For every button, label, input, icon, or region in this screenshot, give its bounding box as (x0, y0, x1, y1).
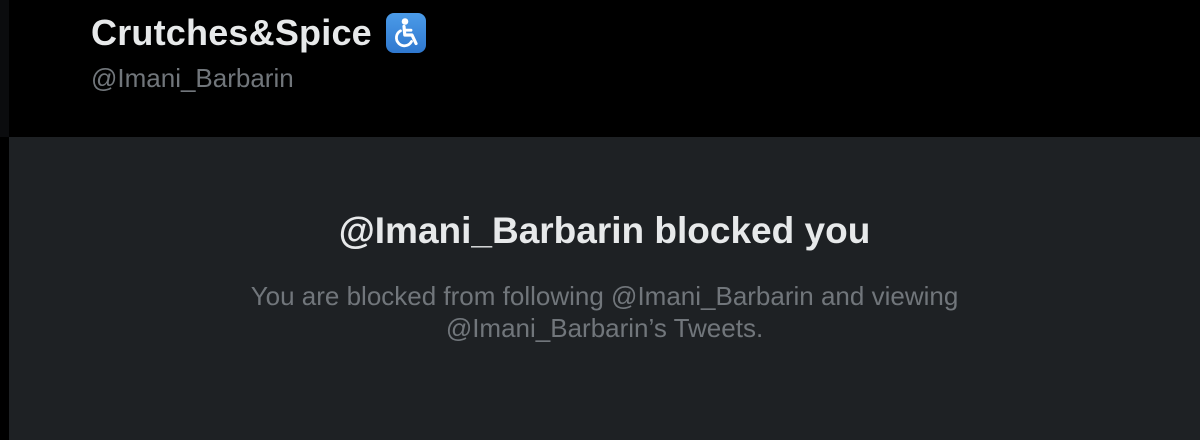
blocked-notice-panel: @Imani_Barbarin blocked you You are bloc… (9, 137, 1200, 440)
blocked-description-line-2: @Imani_Barbarin’s Tweets. (445, 313, 764, 343)
profile-handle: @Imani_Barbarin (91, 63, 294, 93)
header-edge (0, 0, 9, 137)
blocked-description: You are blocked from following @Imani_Ba… (9, 280, 1200, 344)
profile-name-row: Crutches&Spice (91, 10, 426, 56)
profile-header: Crutches&Spice @Imani_Barbarin (0, 0, 1200, 137)
profile-display-name[interactable]: Crutches&Spice (91, 10, 372, 56)
blocked-description-line-1: You are blocked from following @Imani_Ba… (250, 281, 959, 311)
wheelchair-accessibility-icon (385, 13, 426, 53)
blocked-title: @Imani_Barbarin blocked you (338, 210, 871, 251)
